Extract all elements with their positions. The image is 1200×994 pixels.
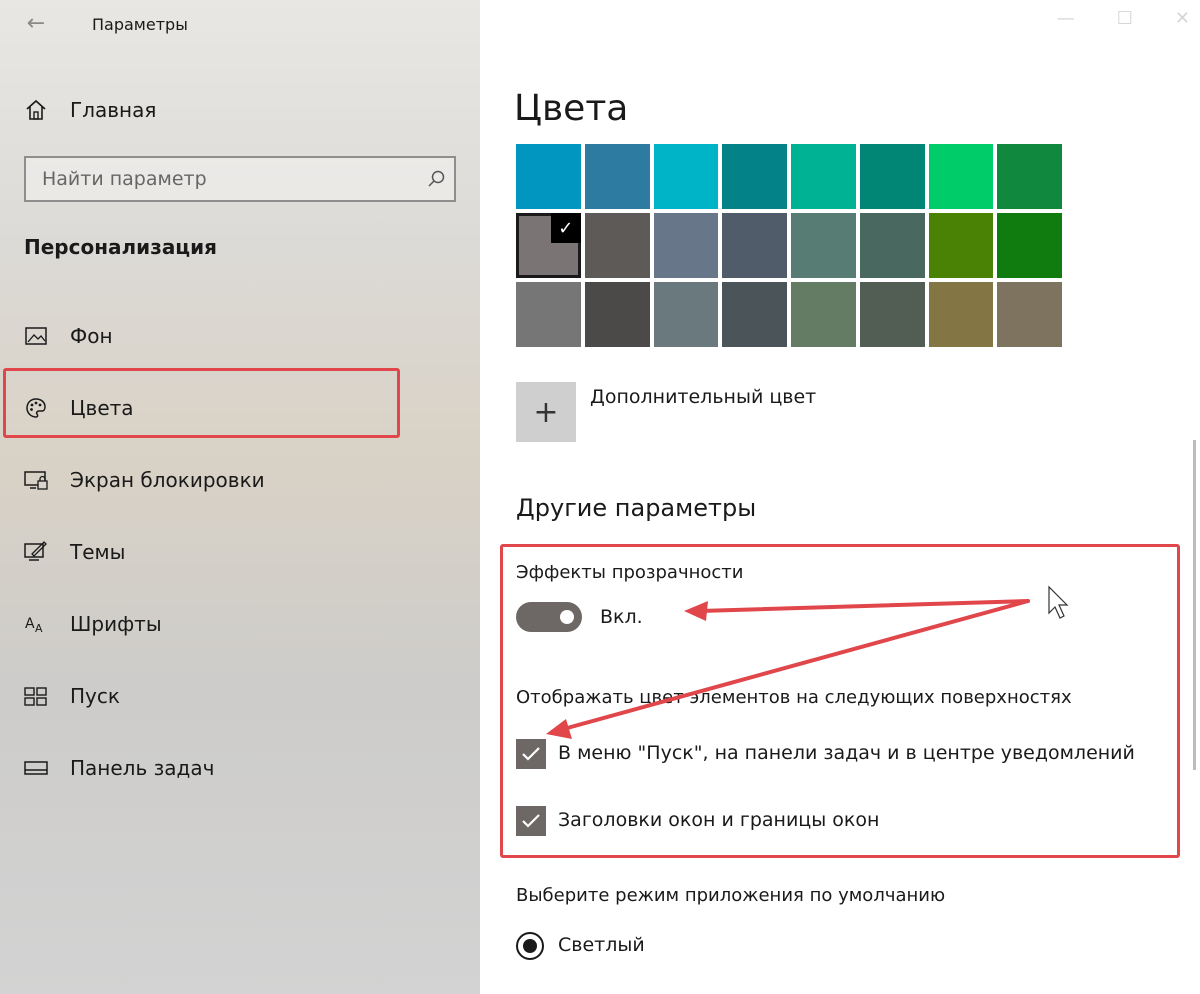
transparency-toggle[interactable]: [516, 602, 582, 632]
sidebar-item-fonts[interactable]: AA Шрифты: [22, 606, 462, 642]
sidebar-item-label: Пуск: [70, 684, 120, 708]
app-mode-label: Выберите режим приложения по умолчанию: [516, 885, 946, 906]
color-swatch[interactable]: [928, 282, 994, 347]
toggle-knob: [560, 610, 574, 624]
search-icon[interactable]: [418, 158, 454, 200]
svg-text:A: A: [35, 622, 43, 634]
checkbox-titlebars[interactable]: [516, 806, 546, 836]
sidebar-item-label: Экран блокировки: [70, 468, 265, 492]
svg-text:A: A: [25, 616, 35, 632]
sidebar-item-label: Шрифты: [70, 612, 162, 636]
image-icon: [22, 324, 50, 348]
fonts-icon: AA: [22, 612, 50, 636]
app-title: Параметры: [92, 15, 188, 34]
themes-icon: [22, 540, 50, 564]
start-icon: [22, 684, 50, 708]
home-icon: [22, 98, 50, 122]
annotation-highlight-colors: [3, 368, 400, 438]
taskbar-icon: [22, 756, 50, 780]
color-swatch[interactable]: [584, 282, 650, 347]
sidebar-item-label: Темы: [70, 540, 126, 564]
sidebar-item-label: Фон: [70, 324, 113, 348]
transparency-label: Эффекты прозрачности: [516, 562, 744, 583]
swatch-row: ✓: [516, 213, 1066, 278]
color-swatch[interactable]: [722, 213, 788, 278]
sidebar-item-label: Главная: [70, 98, 157, 122]
radio-light-label: Светлый: [558, 934, 645, 956]
search-input[interactable]: [26, 158, 418, 200]
window-controls: — ☐ ✕: [1057, 8, 1190, 29]
color-swatch[interactable]: [653, 213, 719, 278]
sidebar-item-taskbar[interactable]: Панель задач: [22, 750, 462, 786]
section-title: Персонализация: [24, 235, 217, 259]
checkbox-start-label: В меню "Пуск", на панели задач и в центр…: [558, 742, 1135, 764]
transparency-state: Вкл.: [600, 606, 643, 628]
color-swatch[interactable]: [859, 282, 925, 347]
radio-dot: [523, 939, 537, 953]
check-icon: [522, 814, 540, 828]
color-swatch[interactable]: [791, 282, 856, 347]
sidebar-item-lock-screen[interactable]: Экран блокировки: [22, 462, 462, 498]
color-swatch[interactable]: [584, 144, 650, 209]
color-swatch[interactable]: [722, 144, 787, 209]
color-swatch[interactable]: ✓: [516, 213, 581, 278]
color-swatch[interactable]: [859, 144, 925, 209]
sidebar-item-background[interactable]: Фон: [22, 318, 462, 354]
sidebar-item-start[interactable]: Пуск: [22, 678, 462, 714]
maximize-icon[interactable]: ☐: [1117, 8, 1133, 29]
color-swatch[interactable]: [928, 213, 994, 278]
checkbox-start-taskbar[interactable]: [516, 739, 546, 769]
radio-light-mode[interactable]: [516, 932, 544, 960]
minimize-icon[interactable]: —: [1057, 8, 1075, 29]
swatch-row: [516, 144, 1066, 209]
color-swatch[interactable]: [653, 144, 719, 209]
surfaces-label: Отображать цвет элементов на следующих п…: [516, 687, 1072, 708]
color-swatch[interactable]: [859, 213, 925, 278]
color-swatch[interactable]: [928, 144, 994, 209]
color-swatch-grid: ✓: [516, 144, 1066, 351]
scrollbar[interactable]: [1193, 440, 1196, 770]
color-swatch[interactable]: [997, 213, 1063, 278]
check-icon: ✓: [550, 213, 581, 243]
page-title: Цвета: [514, 88, 629, 129]
lock-screen-icon: [22, 468, 50, 492]
color-swatch[interactable]: [653, 282, 719, 347]
color-swatch[interactable]: [791, 213, 856, 278]
custom-color-button[interactable]: + Дополнительный цвет: [516, 382, 816, 442]
main-panel: — ☐ ✕ Цвета ✓ + Дополнительный цвет Друг…: [480, 0, 1200, 994]
other-params-heading: Другие параметры: [516, 494, 757, 522]
sidebar-item-home[interactable]: Главная: [22, 92, 156, 128]
color-swatch[interactable]: [722, 282, 787, 347]
sidebar: ← Параметры Главная Персонализация Фон Ц…: [0, 0, 480, 994]
search-box: [24, 156, 456, 202]
check-icon: [522, 747, 540, 761]
color-swatch[interactable]: [516, 144, 581, 209]
back-arrow-icon[interactable]: ←: [22, 10, 50, 38]
plus-icon: +: [516, 382, 576, 442]
color-swatch[interactable]: [516, 282, 581, 347]
color-swatch[interactable]: [791, 144, 856, 209]
color-swatch[interactable]: [997, 144, 1062, 209]
color-swatch[interactable]: [584, 213, 650, 278]
swatch-row: [516, 282, 1066, 347]
checkbox-titlebars-label: Заголовки окон и границы окон: [558, 809, 880, 831]
color-swatch[interactable]: [997, 282, 1062, 347]
close-icon[interactable]: ✕: [1175, 8, 1190, 29]
custom-color-label: Дополнительный цвет: [590, 386, 817, 408]
sidebar-item-themes[interactable]: Темы: [22, 534, 462, 570]
sidebar-item-label: Панель задач: [70, 756, 215, 780]
